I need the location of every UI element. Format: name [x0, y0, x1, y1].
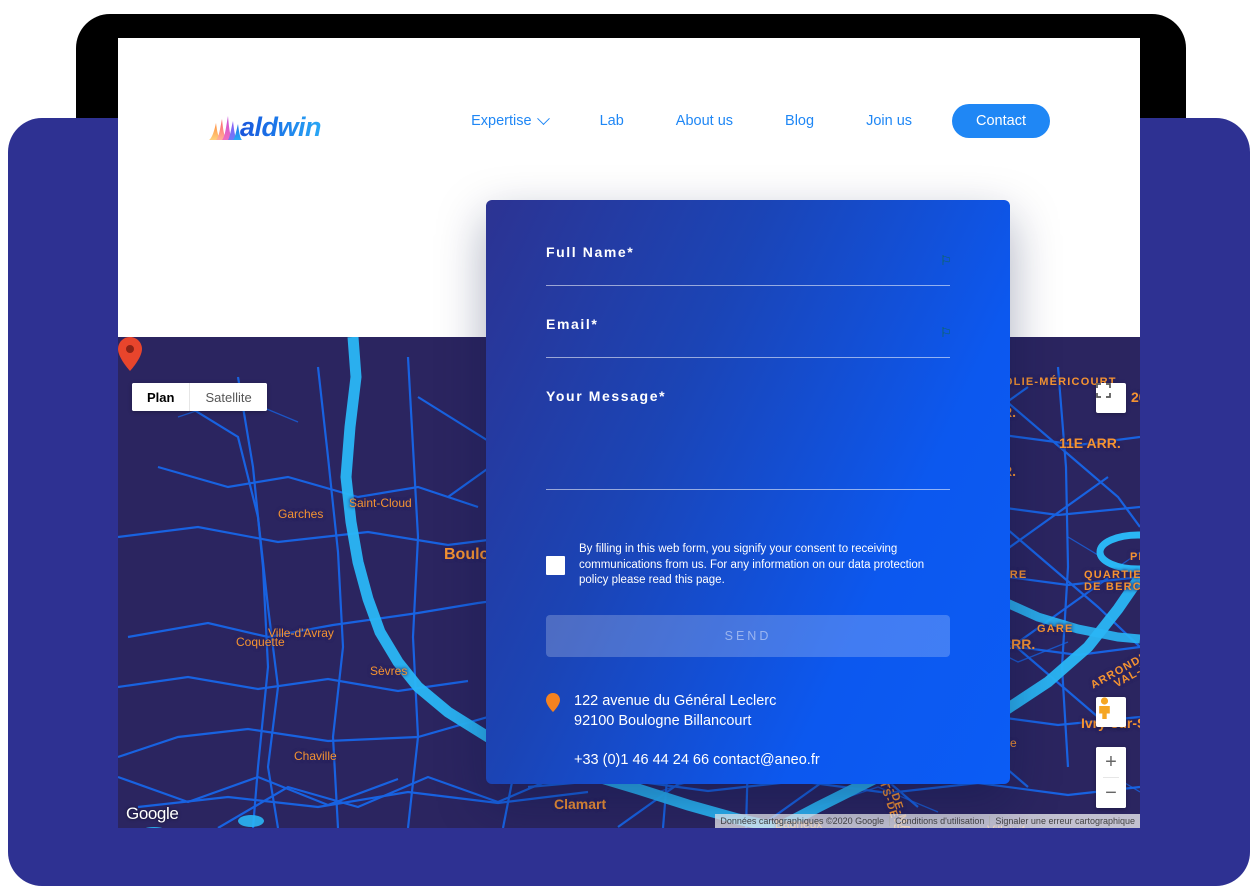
address-line-1: 122 avenue du Général Leclerc — [574, 692, 777, 709]
nav-item-about-us[interactable]: About us — [650, 104, 759, 138]
consent-row: By filling in this web form, you signify… — [546, 542, 950, 589]
map-type-plan-button[interactable]: Plan — [132, 383, 190, 411]
site-logo[interactable]: aldwin — [208, 108, 322, 146]
map-zoom-out-button[interactable]: − — [1096, 778, 1126, 808]
contact-form-card: Full Name* ⚐ Email* ⚐ Your Message* By f… — [486, 200, 1010, 784]
email-label: Email* — [546, 316, 599, 332]
consent-checkbox[interactable] — [546, 555, 565, 575]
nav-item-label: Lab — [599, 113, 624, 129]
contact-details: 122 avenue du Général Leclerc 92100 Boul… — [546, 691, 950, 768]
full-name-label: Full Name* — [546, 244, 635, 260]
field-underline — [546, 489, 950, 490]
send-button[interactable]: SEND — [546, 614, 950, 657]
pegman-icon — [1099, 697, 1110, 719]
nav-item-label: About us — [675, 113, 734, 129]
contact-address: 122 avenue du Général Leclerc 92100 Boul… — [546, 691, 950, 731]
consent-text: By filling in this web form, you signify… — [579, 543, 925, 586]
nav-item-label: Blog — [785, 113, 815, 129]
map-location-pin-icon[interactable] — [118, 337, 142, 371]
nav-item-join-us[interactable]: Join us — [840, 104, 938, 138]
full-name-input[interactable] — [546, 264, 950, 284]
message-textarea[interactable] — [546, 412, 950, 484]
map-street-view-pegman[interactable] — [1096, 697, 1126, 727]
map-type-control[interactable]: Plan Satellite — [132, 383, 267, 411]
nav-item-label: Join us — [866, 113, 913, 129]
nav-item-blog[interactable]: Blog — [759, 104, 840, 138]
map-report-error-link[interactable]: Signaler une erreur cartographique — [989, 816, 1140, 826]
email-input[interactable] — [546, 336, 950, 356]
message-field[interactable]: Your Message* — [546, 388, 950, 490]
map-zoom-control[interactable]: + − — [1096, 747, 1126, 808]
screenshot-stage: aldwin Expertise Lab About us Blog Join … — [0, 0, 1258, 894]
chevron-down-icon — [536, 111, 550, 125]
nav-item-lab[interactable]: Lab — [574, 104, 650, 138]
full-name-field[interactable]: Full Name* ⚐ — [546, 244, 952, 286]
contact-cta-button[interactable]: Contact — [952, 104, 1050, 138]
field-underline — [546, 357, 950, 358]
mountain-peaks-icon — [209, 116, 242, 140]
field-underline — [546, 285, 950, 286]
email-field[interactable]: Email* ⚐ — [546, 316, 952, 358]
logo-wordmark: aldwin — [240, 111, 322, 142]
google-logo[interactable]: Google — [126, 804, 179, 824]
address-pin-icon — [546, 692, 560, 712]
address-lines: 122 avenue du Général Leclerc 92100 Boul… — [574, 691, 776, 731]
site-header: aldwin Expertise Lab About us Blog Join … — [118, 38, 1140, 142]
browser-viewport: aldwin Expertise Lab About us Blog Join … — [118, 38, 1140, 828]
map-zoom-in-button[interactable]: + — [1096, 747, 1126, 777]
phone-and-email[interactable]: +33 (0)1 46 44 24 66 contact@aneo.fr — [574, 752, 950, 768]
address-line-2: 92100 Boulogne Billancourt — [574, 712, 752, 729]
map-attribution-copyright: Données cartographiques ©2020 Google — [720, 816, 885, 826]
map-attribution-bar: Données cartographiques ©2020 Google Con… — [715, 814, 1140, 828]
message-label: Your Message* — [546, 388, 667, 404]
nav-item-label: Expertise — [471, 113, 532, 129]
nav-item-expertise[interactable]: Expertise — [445, 104, 573, 138]
fullscreen-icon — [1096, 383, 1111, 398]
main-navigation: Expertise Lab About us Blog Join us Cont… — [445, 104, 1050, 138]
map-fullscreen-button[interactable] — [1096, 383, 1126, 413]
map-type-satellite-button[interactable]: Satellite — [190, 383, 267, 411]
map-terms-link[interactable]: Conditions d'utilisation — [889, 816, 989, 826]
